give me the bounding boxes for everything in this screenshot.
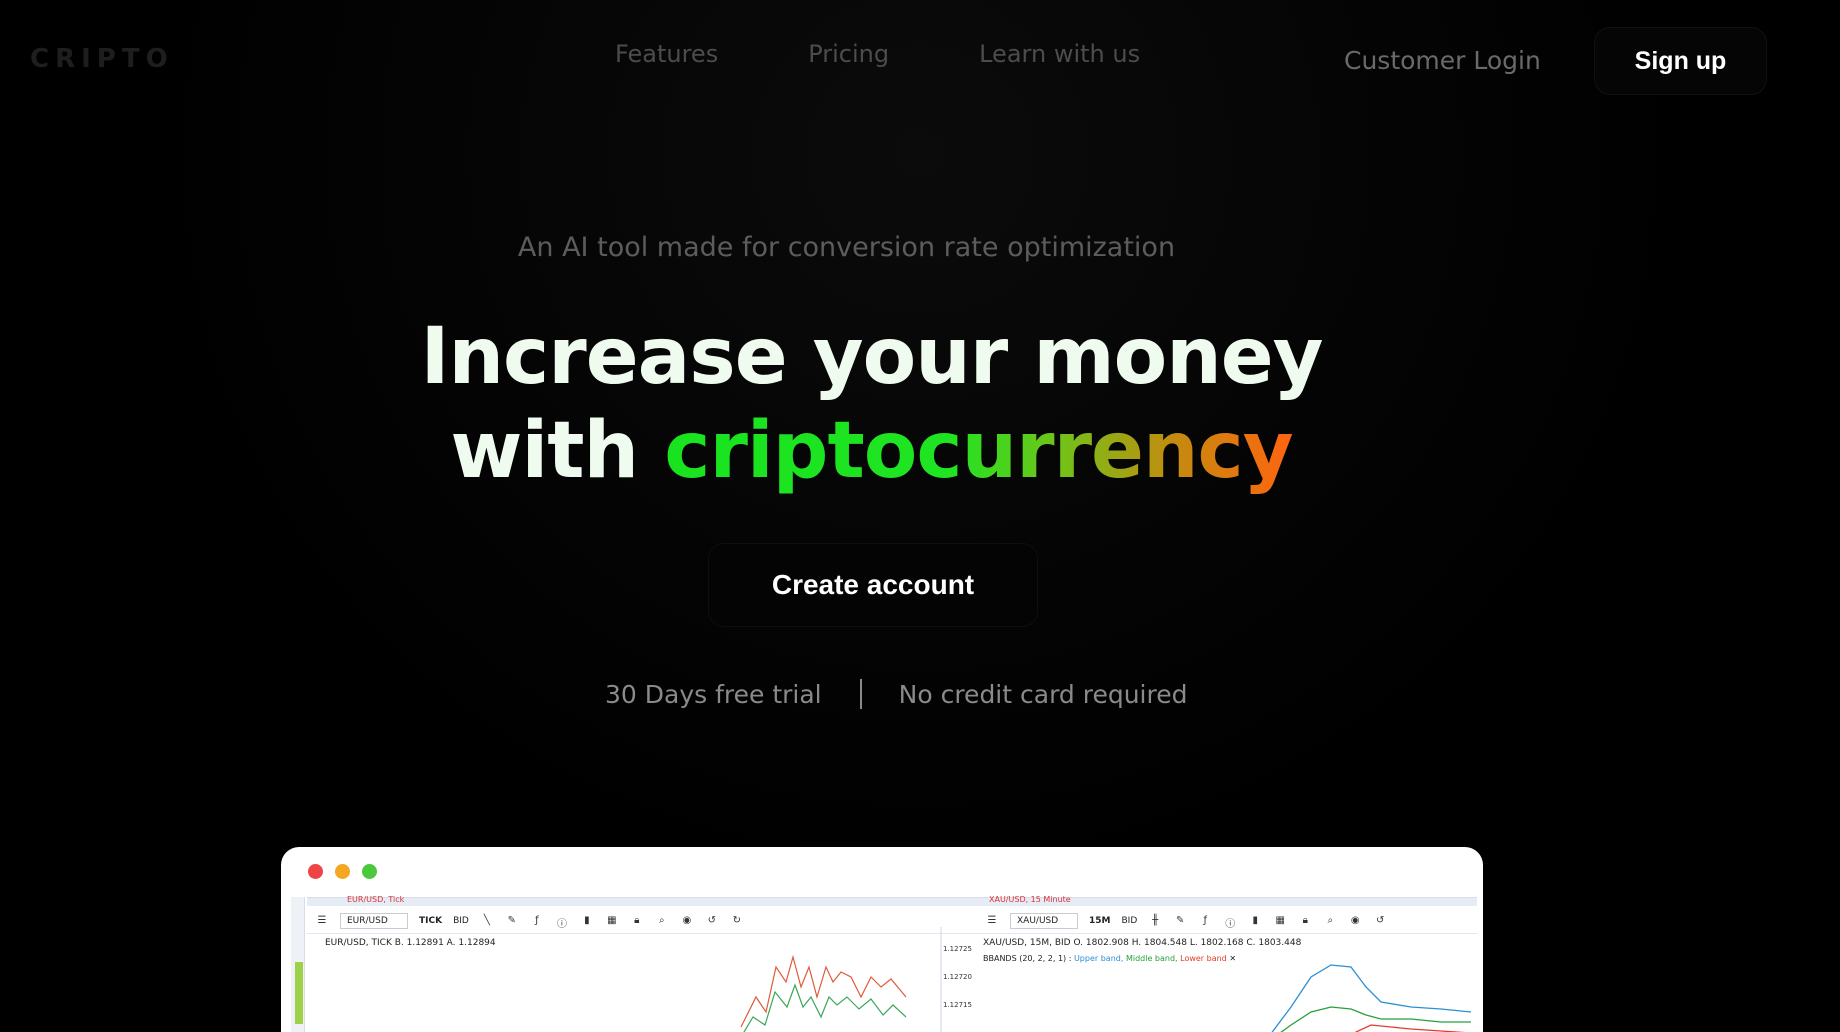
left-price-series	[740, 927, 942, 1032]
perks-row: 30 Days free trial No credit card requir…	[605, 679, 1187, 709]
customer-login-link[interactable]: Customer Login	[1344, 46, 1541, 75]
headline-line-1: Increase your money	[420, 312, 1324, 402]
nav-link-learn[interactable]: Learn with us	[979, 40, 1140, 68]
hero-tagline: An AI tool made for conversion rate opti…	[517, 232, 1176, 263]
price-label: 1.12725	[943, 945, 972, 953]
nav-link-pricing[interactable]: Pricing	[808, 40, 889, 68]
landing-page: CRIPTO Features Pricing Learn with us Cu…	[0, 0, 1840, 1032]
perk-no-card: No credit card required	[898, 679, 1188, 709]
main-nav: Features Pricing Learn with us	[615, 40, 1140, 68]
perk-divider	[859, 679, 862, 709]
app-preview-window: EUR/USD, Tick ☰ EUR/USD TICK BID ╲ ✎ ƒ ⓘ…	[281, 847, 1483, 1032]
right-bband-series	[1271, 964, 1472, 1032]
headline-highlight: criptocurrency	[664, 406, 1293, 496]
price-scale-left: 1.12725 1.12720 1.12715	[943, 935, 972, 1019]
hero-headline: Increase your money with criptocurrency	[0, 310, 1743, 498]
sign-up-button[interactable]: Sign up	[1594, 27, 1767, 95]
price-label: 1.12720	[943, 973, 972, 981]
price-label: 1.12715	[943, 1001, 972, 1009]
brand-logo[interactable]: CRIPTO	[30, 44, 174, 74]
create-account-button[interactable]: Create account	[708, 543, 1038, 627]
nav-link-features[interactable]: Features	[615, 40, 718, 68]
perk-free-trial: 30 Days free trial	[605, 679, 822, 709]
headline-line-2-prefix: with	[450, 406, 639, 496]
chart-lines	[740, 927, 1472, 1032]
